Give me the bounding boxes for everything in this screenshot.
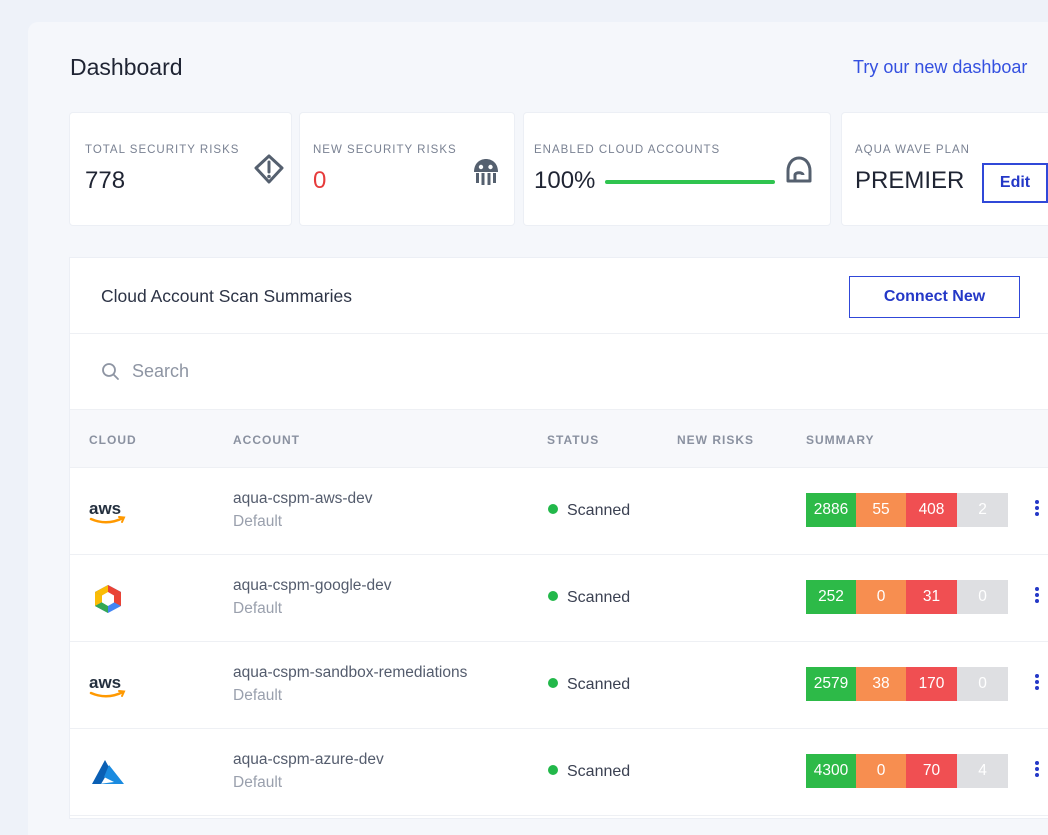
status-text: Scanned [567,763,631,780]
summary-unknown[interactable]: 0 [957,667,1008,701]
accounts-progress-bar [605,180,775,184]
enabled-cloud-accounts-card: ENABLED CLOUD ACCOUNTS 100% [524,113,830,225]
status-dot-icon [548,591,558,601]
azure-logo-icon [92,760,124,784]
column-header-new-risks[interactable]: NEW RISKS [677,433,754,447]
total-security-risks-card: TOTAL SECURITY RISKS 778 [70,113,291,225]
summary-passed[interactable]: 2886 [806,493,856,527]
column-header-account[interactable]: ACCOUNT [233,433,300,447]
aws-logo-icon: aws [89,673,126,698]
panel-header: Cloud Account Scan Summaries Connect New [70,258,1048,334]
shield-alert-icon [254,154,284,184]
card-label: AQUA WAVE PLAN [855,144,970,156]
account-name[interactable]: aqua-cspm-google-dev [233,577,392,595]
search-icon [102,363,119,380]
aws-logo-text: aws [89,673,121,692]
status-text: Scanned [567,589,631,606]
table-row[interactable]: aqua-cspm-azure-dev Default Scanned 4300… [70,729,1048,816]
row-menu-icon[interactable] [1032,498,1042,522]
summary-failed[interactable]: 408 [906,493,957,527]
summary-passed[interactable]: 2579 [806,667,856,701]
summary-unknown[interactable]: 4 [957,754,1008,788]
account-project: Default [233,774,283,791]
risk-summary-bar[interactable]: 4300 0 70 4 [806,754,1008,788]
card-label: NEW SECURITY RISKS [313,144,457,156]
table-header: CLOUD ACCOUNT STATUS NEW RISKS SUMMARY [70,410,1048,468]
title-row: Dashboard Try our new dashboar [70,54,1048,84]
scan-status: Scanned [548,763,630,781]
card-value: 100% [534,167,596,194]
card-label: TOTAL SECURITY RISKS [85,144,240,156]
aws-logo-icon: aws [89,499,126,524]
card-value: 778 [85,167,126,194]
card-value: PREMIER [855,167,965,194]
scan-status: Scanned [548,589,630,607]
aqua-wave-plan-card: AQUA WAVE PLAN PREMIER Edit [842,113,1048,225]
table-row[interactable]: aws aqua-cspm-sandbox-remediations Defau… [70,642,1048,729]
account-project: Default [233,513,283,530]
account-project: Default [233,687,283,704]
row-menu-icon[interactable] [1032,759,1042,783]
status-dot-icon [548,765,558,775]
card-value: 0 [313,167,327,194]
google-cloud-logo-icon [95,585,121,613]
status-dot-icon [548,504,558,514]
jellyfish-icon [474,159,498,185]
status-text: Scanned [567,676,631,693]
summary-failed[interactable]: 70 [906,754,957,788]
summary-unknown[interactable]: 0 [957,580,1008,614]
status-text: Scanned [567,502,631,519]
row-menu-icon[interactable] [1032,585,1042,609]
search-row [70,334,1048,410]
cloud-shield-icon [786,156,812,183]
panel-title: Cloud Account Scan Summaries [101,286,352,306]
page-title: Dashboard [70,54,183,80]
scan-status: Scanned [548,676,630,694]
edit-plan-button[interactable]: Edit [982,163,1048,203]
column-header-summary[interactable]: SUMMARY [806,433,875,447]
table-row[interactable]: aqua-cspm-google-dev Default Scanned 252… [70,555,1048,642]
column-header-status[interactable]: STATUS [547,433,599,447]
summary-warning[interactable]: 0 [856,580,906,614]
row-menu-icon[interactable] [1032,672,1042,696]
summary-failed[interactable]: 31 [906,580,957,614]
summary-warning[interactable]: 55 [856,493,906,527]
column-header-cloud[interactable]: CLOUD [89,433,137,447]
summary-warning[interactable]: 38 [856,667,906,701]
account-project: Default [233,600,283,617]
summary-passed[interactable]: 4300 [806,754,856,788]
summary-warning[interactable]: 0 [856,754,906,788]
new-dashboard-link[interactable]: Try our new dashboar [853,57,1027,78]
summary-passed[interactable]: 252 [806,580,856,614]
summary-failed[interactable]: 170 [906,667,957,701]
table-row[interactable]: aws aqua-cspm-aws-dev Default Scanned 28… [70,468,1048,555]
summary-unknown[interactable]: 2 [957,493,1008,527]
status-dot-icon [548,678,558,688]
account-name[interactable]: aqua-cspm-azure-dev [233,751,384,769]
account-name[interactable]: aqua-cspm-sandbox-remediations [233,664,467,682]
aws-logo-text: aws [89,499,121,518]
search-input[interactable] [132,356,532,386]
scan-summaries-panel: Cloud Account Scan Summaries Connect New… [70,258,1048,818]
card-label: ENABLED CLOUD ACCOUNTS [534,144,721,156]
risk-summary-bar[interactable]: 2579 38 170 0 [806,667,1008,701]
scan-status: Scanned [548,502,630,520]
connect-new-button[interactable]: Connect New [849,276,1020,318]
risk-summary-bar[interactable]: 252 0 31 0 [806,580,1008,614]
new-security-risks-card: NEW SECURITY RISKS 0 [300,113,514,225]
risk-summary-bar[interactable]: 2886 55 408 2 [806,493,1008,527]
account-name[interactable]: aqua-cspm-aws-dev [233,490,373,508]
